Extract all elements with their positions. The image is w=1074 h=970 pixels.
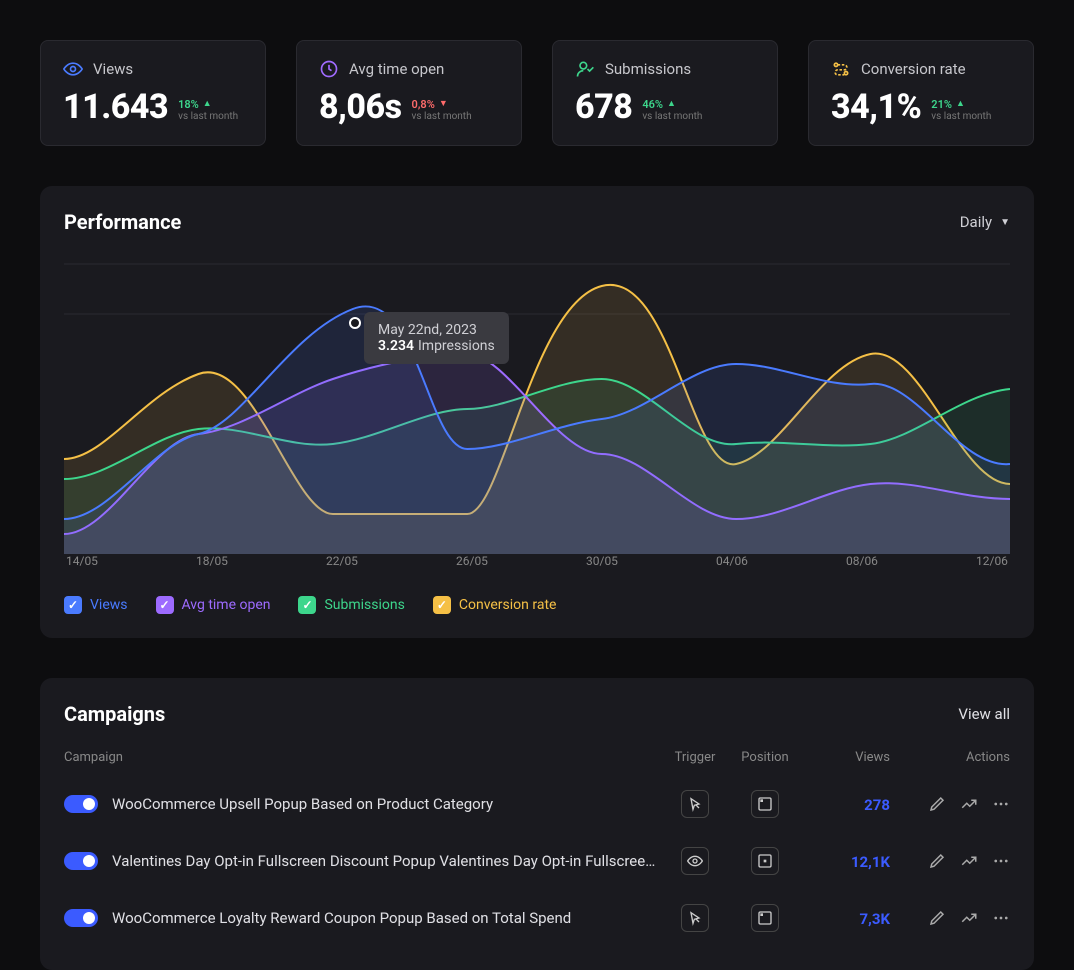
- x-axis-label: 26/05: [456, 554, 488, 568]
- x-axis-label: 14/05: [66, 554, 98, 568]
- campaigns-panel: Campaigns View all Campaign Trigger Posi…: [40, 678, 1034, 970]
- trend-up-icon: ▲: [667, 99, 676, 110]
- tooltip-value: 3.234: [378, 338, 414, 354]
- edit-icon[interactable]: [928, 795, 946, 813]
- stat-card: Views 11.643 18% ▲ vs last month: [40, 40, 266, 146]
- legend-checkbox[interactable]: ✓: [433, 596, 451, 614]
- conversion-icon: [831, 59, 851, 79]
- x-axis-label: 30/05: [586, 554, 618, 568]
- x-axis-label: 12/06: [976, 554, 1008, 568]
- trend-icon[interactable]: [960, 795, 978, 813]
- campaigns-title: Campaigns: [64, 702, 165, 726]
- trend-down-icon: ▼: [439, 99, 448, 110]
- position-icon[interactable]: [751, 904, 779, 932]
- chevron-down-icon: ▼: [1000, 217, 1010, 228]
- x-axis-label: 08/06: [846, 554, 878, 568]
- stat-value: 8,06s: [319, 87, 402, 127]
- chart-hover-marker: [349, 317, 361, 329]
- campaign-views: 7,3K: [860, 910, 890, 928]
- stat-change-pct: 0,8%: [412, 98, 435, 111]
- trigger-icon[interactable]: [681, 904, 709, 932]
- legend-checkbox[interactable]: ✓: [298, 596, 316, 614]
- chart-svg[interactable]: [64, 254, 1010, 554]
- position-icon[interactable]: [751, 847, 779, 875]
- stat-change-sub: vs last month: [412, 111, 472, 123]
- table-row: Valentines Day Opt-in Fullscreen Discoun…: [64, 832, 1010, 889]
- stat-change-pct: 21%: [931, 98, 952, 111]
- view-all-link[interactable]: View all: [958, 705, 1010, 723]
- x-axis-label: 22/05: [326, 554, 358, 568]
- campaign-toggle[interactable]: [64, 852, 98, 870]
- legend-item[interactable]: ✓ Submissions: [298, 596, 404, 614]
- stat-value: 11.643: [63, 87, 168, 127]
- campaign-name[interactable]: Valentines Day Opt-in Fullscreen Discoun…: [112, 852, 660, 870]
- stat-change-sub: vs last month: [178, 111, 238, 123]
- legend-checkbox[interactable]: ✓: [64, 596, 82, 614]
- user-check-icon: [575, 59, 595, 79]
- x-axis-label: 18/05: [196, 554, 228, 568]
- stat-change-pct: 46%: [642, 98, 663, 111]
- legend-label: Conversion rate: [459, 597, 557, 613]
- legend-label: Views: [90, 597, 128, 613]
- period-dropdown[interactable]: Daily ▼: [960, 213, 1010, 231]
- campaign-views: 12,1K: [851, 853, 890, 871]
- legend-label: Submissions: [324, 597, 404, 613]
- more-icon[interactable]: [992, 909, 1010, 927]
- stat-label: Views: [93, 60, 133, 78]
- campaign-name[interactable]: WooCommerce Upsell Popup Based on Produc…: [112, 795, 493, 813]
- edit-icon[interactable]: [928, 852, 946, 870]
- performance-chart: May 22nd, 2023 3.234Impressions 14/05 18/…: [64, 254, 1010, 574]
- campaign-views: 278: [864, 796, 890, 814]
- trigger-icon[interactable]: [681, 790, 709, 818]
- stat-change-sub: vs last month: [642, 111, 702, 123]
- chart-tooltip: May 22nd, 2023 3.234Impressions: [364, 312, 509, 364]
- stat-change-sub: vs last month: [931, 111, 991, 123]
- stat-label: Submissions: [605, 60, 691, 78]
- position-icon[interactable]: [751, 790, 779, 818]
- trend-up-icon: ▲: [956, 99, 965, 110]
- legend-item[interactable]: ✓ Conversion rate: [433, 596, 557, 614]
- trend-up-icon: ▲: [203, 99, 212, 110]
- stat-card: Avg time open 8,06s 0,8% ▼ vs last month: [296, 40, 522, 146]
- x-axis-label: 04/06: [716, 554, 748, 568]
- more-icon[interactable]: [992, 795, 1010, 813]
- performance-title: Performance: [64, 210, 181, 234]
- tooltip-date: May 22nd, 2023: [378, 322, 495, 338]
- eye-icon: [63, 59, 83, 79]
- clock-icon: [319, 59, 339, 79]
- stat-value: 34,1%: [831, 87, 921, 127]
- tooltip-metric: Impressions: [418, 338, 495, 354]
- stat-change-pct: 18%: [178, 98, 199, 111]
- campaign-name[interactable]: WooCommerce Loyalty Reward Coupon Popup …: [112, 909, 571, 927]
- stat-label: Conversion rate: [861, 60, 966, 78]
- trend-icon[interactable]: [960, 852, 978, 870]
- performance-panel: Performance Daily ▼ May 22nd, 2023 3.234…: [40, 186, 1034, 638]
- chart-legend: ✓ Views ✓ Avg time open ✓ Submissions ✓ …: [64, 596, 1010, 614]
- chart-x-labels: 14/05 18/05 22/05 26/05 30/05 04/06 08/06 12/06: [64, 554, 1010, 568]
- stat-label: Avg time open: [349, 60, 444, 78]
- table-row: WooCommerce Loyalty Reward Coupon Popup …: [64, 889, 1010, 946]
- edit-icon[interactable]: [928, 909, 946, 927]
- stat-card: Conversion rate 34,1% 21% ▲ vs last mont…: [808, 40, 1034, 146]
- stat-card: Submissions 678 46% ▲ vs last month: [552, 40, 778, 146]
- legend-checkbox[interactable]: ✓: [156, 596, 174, 614]
- table-row: WooCommerce Upsell Popup Based on Produc…: [64, 775, 1010, 832]
- trigger-icon[interactable]: [681, 847, 709, 875]
- legend-item[interactable]: ✓ Views: [64, 596, 128, 614]
- campaigns-table-header: Campaign Trigger Position Views Actions: [64, 740, 1010, 775]
- legend-item[interactable]: ✓ Avg time open: [156, 596, 271, 614]
- trend-icon[interactable]: [960, 909, 978, 927]
- legend-label: Avg time open: [182, 597, 271, 613]
- campaign-toggle[interactable]: [64, 795, 98, 813]
- stats-row: Views 11.643 18% ▲ vs last month Avg tim…: [40, 40, 1034, 146]
- stat-value: 678: [575, 87, 632, 127]
- more-icon[interactable]: [992, 852, 1010, 870]
- campaign-toggle[interactable]: [64, 909, 98, 927]
